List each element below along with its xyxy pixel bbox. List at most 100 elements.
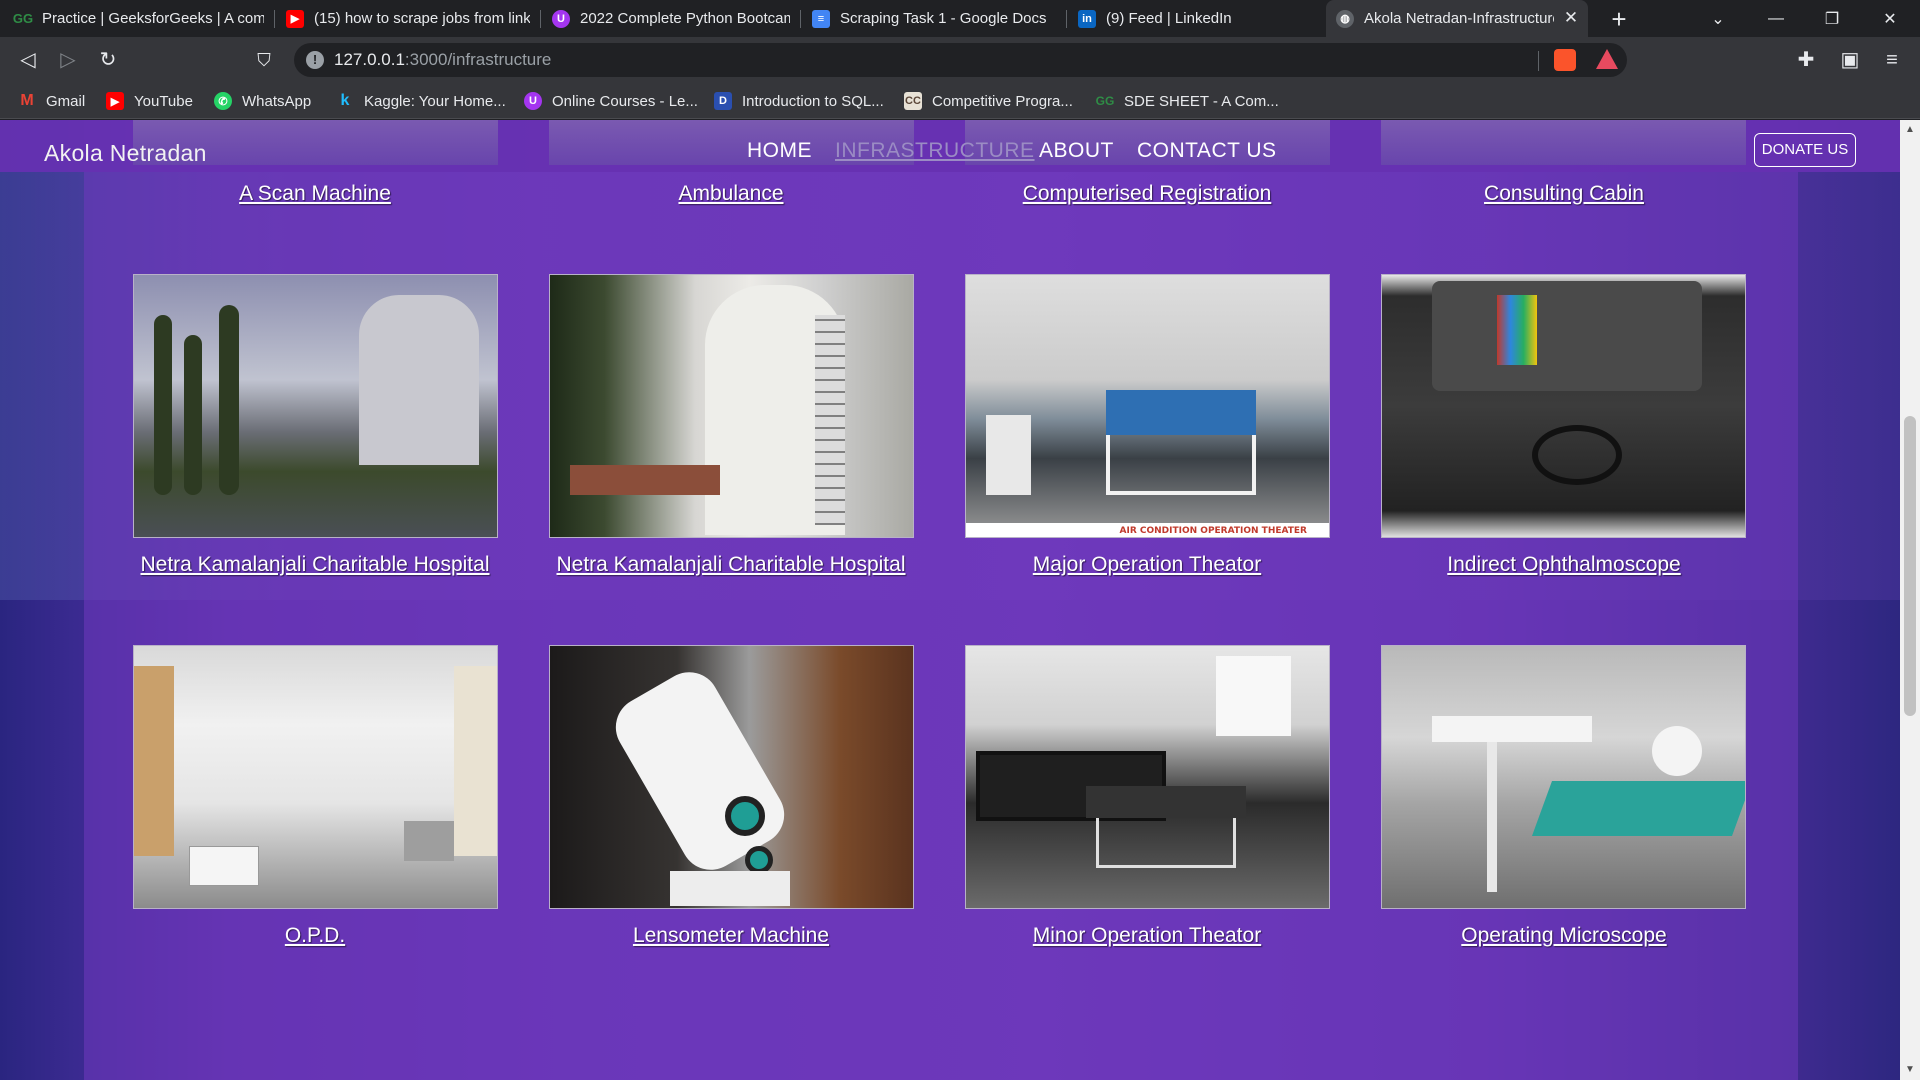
gallery-caption[interactable]: Lensometer Machine (523, 924, 939, 948)
photo-detail (134, 666, 174, 856)
kaggle-icon: k (340, 92, 350, 109)
tab-title: Akola Netradan-Infrastructure (1364, 10, 1554, 27)
hospital-building-photo[interactable] (133, 274, 498, 538)
bookmark-label: Online Courses - Le... (552, 92, 698, 110)
bookmarks-bar: M Gmail ▶ YouTube ✆ WhatsApp k Kaggle: Y… (0, 82, 1920, 119)
url-text[interactable]: 127.0.0.1:3000/infrastructure (334, 50, 551, 70)
minor-operation-theatre-photo[interactable] (965, 645, 1330, 909)
tab-linkedin[interactable]: in (9) Feed | LinkedIn (1068, 0, 1332, 37)
tab-separator (540, 10, 541, 28)
close-window-button[interactable]: ✕ (1870, 0, 1910, 37)
hospital-entrance-photo[interactable] (549, 274, 914, 538)
gallery-caption[interactable]: Computerised Registration (939, 182, 1355, 206)
tab-geeksforgeeks[interactable]: GG Practice | GeeksforGeeks | A computer… (4, 0, 274, 37)
photo-detail (404, 821, 454, 861)
codechef-icon: CC (904, 92, 922, 110)
tab-separator (1066, 10, 1067, 28)
photo-detail (815, 315, 845, 525)
photo-caption-strip: AIR CONDITION OPERATION THEATER (966, 523, 1329, 537)
datacamp-icon: D (714, 92, 732, 110)
address-bar[interactable]: ! 127.0.0.1:3000/infrastructure (294, 43, 1627, 77)
gallery-caption[interactable]: Indirect Ophthalmoscope (1356, 553, 1772, 577)
bookmark-datacamp[interactable]: D Introduction to SQL... (714, 90, 884, 112)
tab-search-icon[interactable]: ⌄ (1698, 0, 1738, 37)
address-bar-divider (1538, 51, 1539, 71)
bookmark-label: Competitive Progra... (932, 92, 1073, 110)
photo-detail (725, 796, 765, 836)
geeksforgeeks-icon: GG (12, 11, 34, 26)
photo-detail (745, 846, 773, 874)
tab-akola-netradan[interactable]: ◍ Akola Netradan-Infrastructure ✕ (1326, 0, 1588, 37)
gallery-caption[interactable]: Minor Operation Theator (939, 924, 1355, 948)
nav-home[interactable]: HOME (747, 139, 812, 163)
photo-detail (454, 666, 497, 856)
minimize-button[interactable]: — (1756, 0, 1796, 37)
new-tab-button[interactable]: + (1604, 4, 1634, 34)
indirect-ophthalmoscope-photo[interactable] (1381, 274, 1746, 538)
bookmark-icon[interactable]: ⛉ (250, 46, 278, 74)
tab-udemy[interactable]: U 2022 Complete Python Bootcamp (542, 0, 800, 37)
donate-button[interactable]: DONATE US (1754, 133, 1856, 167)
gallery-caption[interactable]: Netra Kamalanjali Charitable Hospital (107, 553, 523, 577)
brave-rewards-icon[interactable] (1596, 49, 1618, 69)
gallery-caption[interactable]: A Scan Machine (107, 182, 523, 206)
gallery-caption[interactable]: Operating Microscope (1356, 924, 1772, 948)
photo-detail (219, 305, 239, 495)
site-navbar: Akola Netradan HOME INFRASTRUCTURE ABOUT… (0, 120, 1900, 172)
bookmark-gmail[interactable]: M Gmail (18, 90, 85, 112)
restore-button[interactable]: ❐ (1812, 0, 1852, 37)
bookmark-sde-sheet[interactable]: GG SDE SHEET - A Com... (1096, 90, 1279, 112)
operating-microscope-photo[interactable] (1381, 645, 1746, 909)
close-tab-icon[interactable]: ✕ (1562, 9, 1580, 27)
tab-google-docs[interactable]: ≡ Scraping Task 1 - Google Docs (802, 0, 1066, 37)
photo-detail (986, 415, 1031, 495)
tab-youtube[interactable]: ▶ (15) how to scrape jobs from linkedin (276, 0, 540, 37)
bookmark-youtube[interactable]: ▶ YouTube (106, 90, 193, 112)
linkedin-icon: in (1078, 9, 1096, 28)
scroll-up-arrow-icon[interactable]: ▲ (1904, 124, 1916, 136)
brand-logo-text[interactable]: Akola Netradan (44, 140, 207, 167)
wallet-icon[interactable]: ▣ (1836, 46, 1864, 74)
scrolled-photo-edge (1381, 120, 1746, 165)
site-info-icon[interactable]: ! (306, 51, 324, 69)
forward-arrow-icon[interactable]: ▷ (54, 46, 82, 74)
gallery-caption[interactable]: O.P.D. (107, 924, 523, 948)
photo-detail (1096, 818, 1236, 868)
page-scrollbar[interactable]: ▲ ▼ (1900, 120, 1920, 1080)
brave-shields-icon[interactable] (1554, 49, 1576, 71)
geeksforgeeks-icon: GG (1095, 94, 1115, 108)
photo-detail (570, 465, 720, 495)
scroll-down-arrow-icon[interactable]: ▼ (1904, 1064, 1916, 1076)
bookmark-codechef[interactable]: CC Competitive Progra... (904, 90, 1073, 112)
nav-contact-us[interactable]: CONTACT US (1137, 139, 1277, 163)
photo-detail (1106, 435, 1256, 495)
photo-detail (184, 335, 202, 495)
tab-title: (15) how to scrape jobs from linkedin (314, 10, 530, 27)
lensometer-photo[interactable] (549, 645, 914, 909)
bookmark-whatsapp[interactable]: ✆ WhatsApp (214, 90, 311, 112)
photo-detail (359, 295, 479, 465)
photo-detail (1652, 726, 1702, 776)
nav-infrastructure[interactable]: INFRASTRUCTURE (835, 139, 1035, 163)
gallery-caption[interactable]: Netra Kamalanjali Charitable Hospital (523, 553, 939, 577)
tab-separator (274, 10, 275, 28)
bookmark-label: Kaggle: Your Home... (364, 92, 506, 110)
reload-icon[interactable]: ↻ (94, 46, 122, 74)
gallery-caption[interactable]: Major Operation Theator (939, 553, 1355, 577)
scrollbar-thumb[interactable] (1904, 416, 1916, 716)
photo-detail (1531, 781, 1745, 836)
opd-room-photo[interactable] (133, 645, 498, 909)
photo-detail (189, 846, 259, 886)
bookmark-label: Introduction to SQL... (742, 92, 884, 110)
bookmark-label: Gmail (46, 92, 86, 110)
nav-about[interactable]: ABOUT (1039, 139, 1114, 163)
back-arrow-icon[interactable]: ◁ (14, 46, 42, 74)
bookmark-udemy[interactable]: U Online Courses - Le... (524, 90, 698, 112)
gallery-caption[interactable]: Ambulance (523, 182, 939, 206)
bookmark-kaggle[interactable]: k Kaggle: Your Home... (336, 90, 506, 112)
menu-icon[interactable]: ≡ (1878, 46, 1906, 74)
gallery-caption[interactable]: Consulting Cabin (1356, 182, 1772, 206)
url-host: 127.0.0.1 (334, 50, 405, 69)
extensions-icon[interactable]: ✚ (1792, 46, 1820, 74)
major-operation-theatre-photo[interactable]: AIR CONDITION OPERATION THEATER (965, 274, 1330, 538)
